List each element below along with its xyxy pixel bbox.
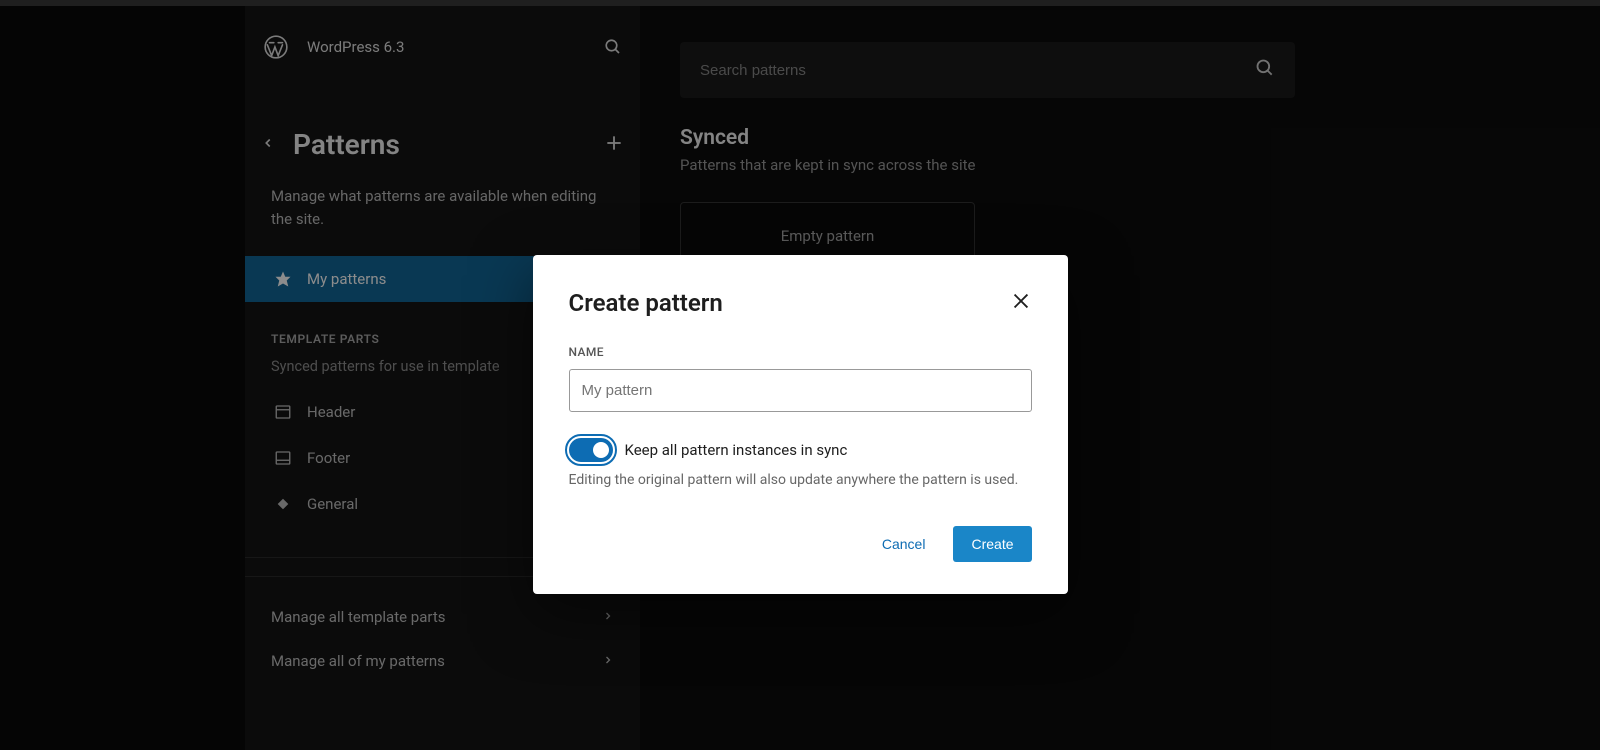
sync-toggle[interactable] [569, 438, 613, 462]
sync-toggle-label: Keep all pattern instances in sync [625, 441, 848, 459]
create-pattern-modal: Create pattern NAME Keep all pattern ins… [533, 255, 1068, 594]
name-field-label: NAME [569, 345, 1032, 359]
sync-toggle-description: Editing the original pattern will also u… [569, 472, 1032, 488]
sync-toggle-row: Keep all pattern instances in sync [569, 438, 1032, 462]
modal-backdrop[interactable]: Create pattern NAME Keep all pattern ins… [0, 0, 1600, 750]
toggle-knob [593, 442, 609, 458]
close-button[interactable] [1010, 290, 1032, 316]
modal-title: Create pattern [569, 289, 723, 317]
modal-actions: Cancel Create [569, 526, 1032, 562]
create-button[interactable]: Create [953, 526, 1031, 562]
modal-header: Create pattern [569, 289, 1032, 317]
pattern-name-input[interactable] [569, 369, 1032, 412]
cancel-button[interactable]: Cancel [864, 526, 944, 562]
